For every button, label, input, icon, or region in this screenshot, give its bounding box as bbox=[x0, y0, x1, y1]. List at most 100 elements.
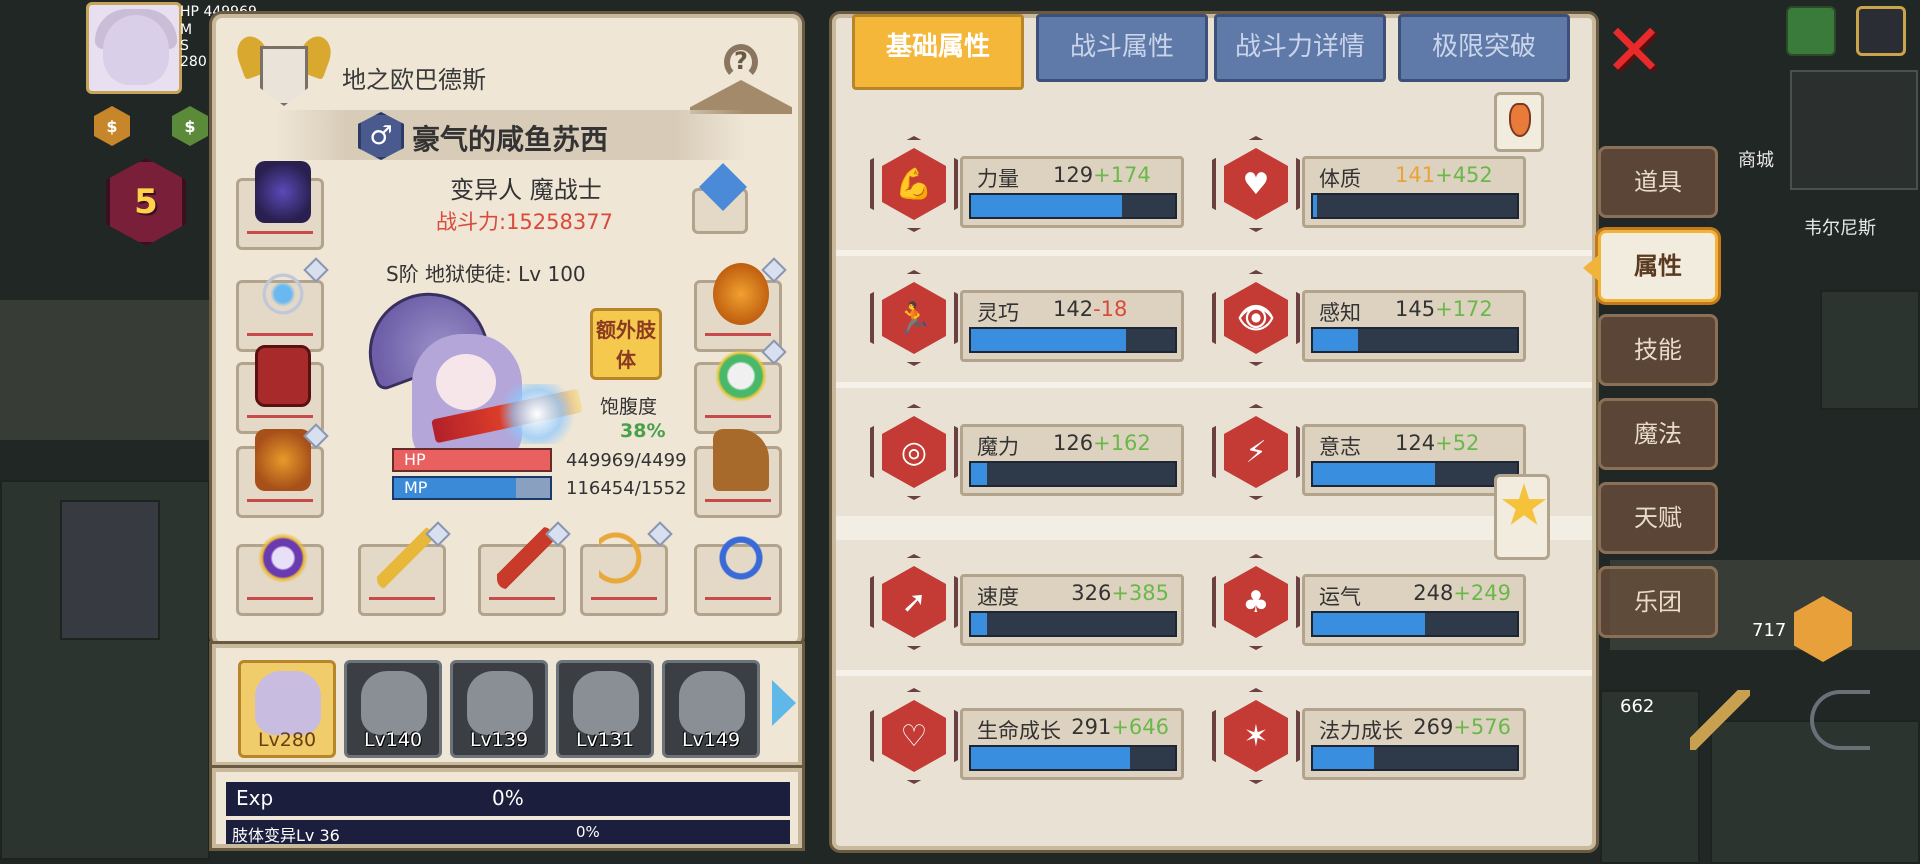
character-title: 地之欧巴德斯 bbox=[342, 66, 486, 94]
stat-value: 248+249 bbox=[1413, 581, 1511, 605]
tab-combat-attributes[interactable]: 战斗属性 bbox=[1036, 14, 1208, 82]
side-menu-band[interactable]: 乐团 bbox=[1598, 566, 1718, 638]
mp-bar-empty bbox=[516, 478, 550, 498]
stat-card[interactable]: ◎ 魔力 126+162 bbox=[870, 396, 1190, 506]
party-member-level: Lv149 bbox=[681, 729, 741, 751]
close-icon[interactable]: ✕ bbox=[1602, 14, 1666, 86]
equip-slot-gloves[interactable] bbox=[236, 423, 329, 518]
stat-card[interactable]: ⚡ 意志 124+52 bbox=[1212, 396, 1532, 506]
equip-slot-boots[interactable] bbox=[694, 429, 782, 518]
stat-bar-fill bbox=[971, 613, 988, 635]
equip-slot-pumpkin[interactable] bbox=[694, 257, 787, 352]
stat-base: 145 bbox=[1395, 297, 1436, 321]
stat-value: 291+646 bbox=[1071, 715, 1169, 739]
party-member[interactable]: Lv149 bbox=[662, 660, 760, 758]
stat-bar-fill bbox=[1313, 613, 1426, 635]
stat-bar-fill bbox=[971, 195, 1122, 217]
equip-slot-mirror[interactable] bbox=[694, 339, 787, 434]
location-label: 韦尔尼斯 bbox=[1804, 218, 1876, 239]
speed-icon: ➚ bbox=[870, 554, 958, 650]
stat-card[interactable]: 👁 感知 145+172 bbox=[1212, 262, 1532, 372]
stat-card[interactable]: 💪 力量 129+174 bbox=[870, 128, 1190, 238]
stat-box: 法力成长 269+576 bbox=[1302, 708, 1526, 780]
hp-bar: HP bbox=[392, 448, 552, 472]
equip-slot-accessory[interactable] bbox=[692, 163, 748, 234]
equip-slot-head[interactable] bbox=[236, 161, 324, 250]
stat-value: 142-18 bbox=[1053, 297, 1127, 321]
star-icon[interactable] bbox=[1494, 474, 1550, 560]
tab-power-details[interactable]: 战斗力详情 bbox=[1214, 14, 1386, 82]
stat-bonus: +385 bbox=[1111, 581, 1169, 605]
stat-base: 248 bbox=[1413, 581, 1454, 605]
exit-icon[interactable] bbox=[1856, 6, 1906, 56]
level-badge[interactable]: 5 bbox=[106, 158, 186, 246]
side-menu-items[interactable]: 道具 bbox=[1598, 146, 1718, 218]
stat-card[interactable]: ➚ 速度 326+385 bbox=[870, 546, 1190, 656]
extra-limb-button[interactable]: 额外肢体 bbox=[590, 308, 662, 380]
side-menu-magic[interactable]: 魔法 bbox=[1598, 398, 1718, 470]
stat-box: 魔力 126+162 bbox=[960, 424, 1184, 496]
stat-value: 141+452 bbox=[1395, 163, 1493, 187]
character-class: 变异人 魔战士 bbox=[450, 176, 602, 204]
stat-box: 速度 326+385 bbox=[960, 574, 1184, 646]
side-menu-attributes[interactable]: 属性 bbox=[1583, 230, 1718, 302]
party-member[interactable]: Lv139 bbox=[450, 660, 548, 758]
globe-icon[interactable] bbox=[1786, 6, 1836, 56]
stat-bar-fill bbox=[1313, 329, 1358, 351]
exp-bar: Exp 0% bbox=[226, 782, 790, 816]
stat-value: 124+52 bbox=[1395, 431, 1479, 455]
stat-card[interactable]: ♣ 运气 248+249 bbox=[1212, 546, 1532, 656]
title-emblem-icon bbox=[232, 26, 336, 122]
constitution-icon: ♥ bbox=[1212, 136, 1300, 232]
divider bbox=[836, 382, 1592, 388]
divider bbox=[836, 250, 1592, 256]
stat-bar bbox=[1311, 193, 1519, 219]
sword-icon[interactable] bbox=[1690, 690, 1750, 750]
bow-icon[interactable] bbox=[1810, 690, 1870, 750]
equip-slot-armor[interactable] bbox=[236, 345, 324, 434]
stat-bonus: +452 bbox=[1435, 163, 1493, 187]
hp-bar-label: HP bbox=[404, 450, 426, 469]
stat-card[interactable]: ♥ 体质 141+452 bbox=[1212, 128, 1532, 238]
strength-icon: 💪 bbox=[870, 136, 958, 232]
tab-basic-attributes[interactable]: 基础属性 bbox=[852, 14, 1024, 90]
stat-card[interactable]: ✶ 法力成长 269+576 bbox=[1212, 680, 1532, 790]
hunger-value: 38% bbox=[620, 420, 666, 442]
stat-box: 灵巧 142-18 bbox=[960, 290, 1184, 362]
equip-slot-weapon-2[interactable] bbox=[478, 521, 571, 616]
character-rank: S阶 地狱使徒: Lv 100 bbox=[386, 262, 586, 286]
equip-slot-weapon-3[interactable] bbox=[580, 521, 673, 616]
stat-card[interactable]: ♡ 生命成长 291+646 bbox=[870, 680, 1190, 790]
divider bbox=[836, 516, 1592, 540]
stat-base: 126 bbox=[1053, 431, 1094, 455]
party-member[interactable]: Lv131 bbox=[556, 660, 654, 758]
limb-exp-bar: 肢体变异Lv 36 0% bbox=[226, 820, 790, 845]
minimap[interactable] bbox=[1790, 70, 1918, 190]
stat-base: 141 bbox=[1395, 163, 1436, 187]
stat-base: 129 bbox=[1053, 163, 1094, 187]
tab-limit-break[interactable]: 极限突破 bbox=[1398, 14, 1570, 82]
equip-slot-weapon-1[interactable] bbox=[358, 521, 451, 616]
stat-bar-fill bbox=[971, 329, 1127, 351]
equip-slot-necklace[interactable] bbox=[236, 257, 329, 352]
party-next-arrow-icon[interactable] bbox=[772, 680, 796, 726]
stat-base: 326 bbox=[1071, 581, 1112, 605]
mp-bar-label: MP bbox=[404, 478, 428, 497]
shop-label[interactable]: 商城 bbox=[1738, 146, 1774, 172]
stat-bonus: +162 bbox=[1093, 431, 1151, 455]
equip-slot-bracelet[interactable] bbox=[694, 527, 782, 616]
stat-card[interactable]: 🏃 灵巧 142-18 bbox=[870, 262, 1190, 372]
stat-bonus: -18 bbox=[1093, 297, 1128, 321]
stat-box: 感知 145+172 bbox=[1302, 290, 1526, 362]
party-member[interactable]: Lv280 bbox=[238, 660, 336, 758]
mp-value: 116454/1552 bbox=[566, 478, 686, 499]
stat-value: 126+162 bbox=[1053, 431, 1151, 455]
side-menu-talents[interactable]: 天赋 bbox=[1598, 482, 1718, 554]
hp-value: 449969/4499 bbox=[566, 450, 686, 471]
limb-exp-percent: 0% bbox=[576, 823, 600, 841]
party-member[interactable]: Lv140 bbox=[344, 660, 442, 758]
equip-slot-ring[interactable] bbox=[236, 527, 324, 616]
side-menu-skills[interactable]: 技能 bbox=[1598, 314, 1718, 386]
agility-icon: 🏃 bbox=[870, 270, 958, 366]
player-portrait[interactable] bbox=[86, 2, 182, 94]
